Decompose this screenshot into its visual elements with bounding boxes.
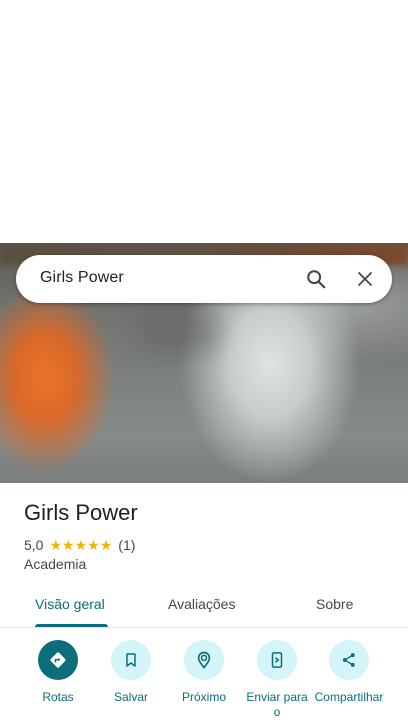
bookmark-icon: [111, 640, 151, 680]
send-to-phone-button[interactable]: Enviar para o: [237, 640, 317, 720]
share-label: Compartilhar: [314, 690, 384, 704]
send-to-phone-label: Enviar para o: [246, 690, 308, 719]
star-icon: ★: [74, 537, 88, 553]
share-icon: [329, 640, 369, 680]
nearby-icon: [184, 640, 224, 680]
tab-about[interactable]: Sobre: [316, 596, 353, 612]
directions-label: Rotas: [42, 690, 74, 704]
save-button[interactable]: Salvar: [91, 640, 171, 705]
directions-button[interactable]: Rotas: [18, 640, 98, 705]
photo-blur-shape: [140, 313, 220, 353]
star-icon: ★: [99, 537, 113, 553]
star-icon: ★: [62, 537, 75, 553]
star-icon: ★: [87, 537, 100, 553]
send-to-phone-icon: [257, 640, 297, 680]
active-tab-indicator: [35, 624, 108, 627]
search-icon[interactable]: [302, 265, 330, 293]
tab-bar: Visão geral Avaliações Sobre: [0, 585, 408, 628]
place-title: Girls Power: [24, 500, 138, 525]
nearby-label: Próximo: [181, 690, 226, 704]
place-category: Academia: [24, 556, 87, 572]
rating-row[interactable]: 5,0 ★ ★ ★ ★ ★ (1): [24, 536, 135, 554]
blank-area: [0, 0, 408, 243]
save-label: Salvar: [113, 690, 148, 704]
tab-overview[interactable]: Visão geral: [35, 596, 105, 612]
action-bar: Rotas Salvar Próximo Enviar para o Compa…: [0, 640, 408, 726]
directions-icon: [38, 640, 78, 680]
tab-reviews[interactable]: Avaliações: [168, 596, 235, 612]
nearby-button[interactable]: Próximo: [164, 640, 244, 705]
share-button[interactable]: Compartilhar: [309, 640, 389, 705]
star-rating: ★ ★ ★ ★ ★: [49, 538, 112, 552]
review-count[interactable]: (1): [118, 537, 135, 553]
search-bar[interactable]: Girls Power: [16, 255, 392, 303]
search-input[interactable]: Girls Power: [40, 269, 124, 287]
star-icon: ★: [49, 537, 63, 553]
rating-value: 5,0: [24, 537, 44, 553]
close-icon[interactable]: [351, 265, 379, 293]
